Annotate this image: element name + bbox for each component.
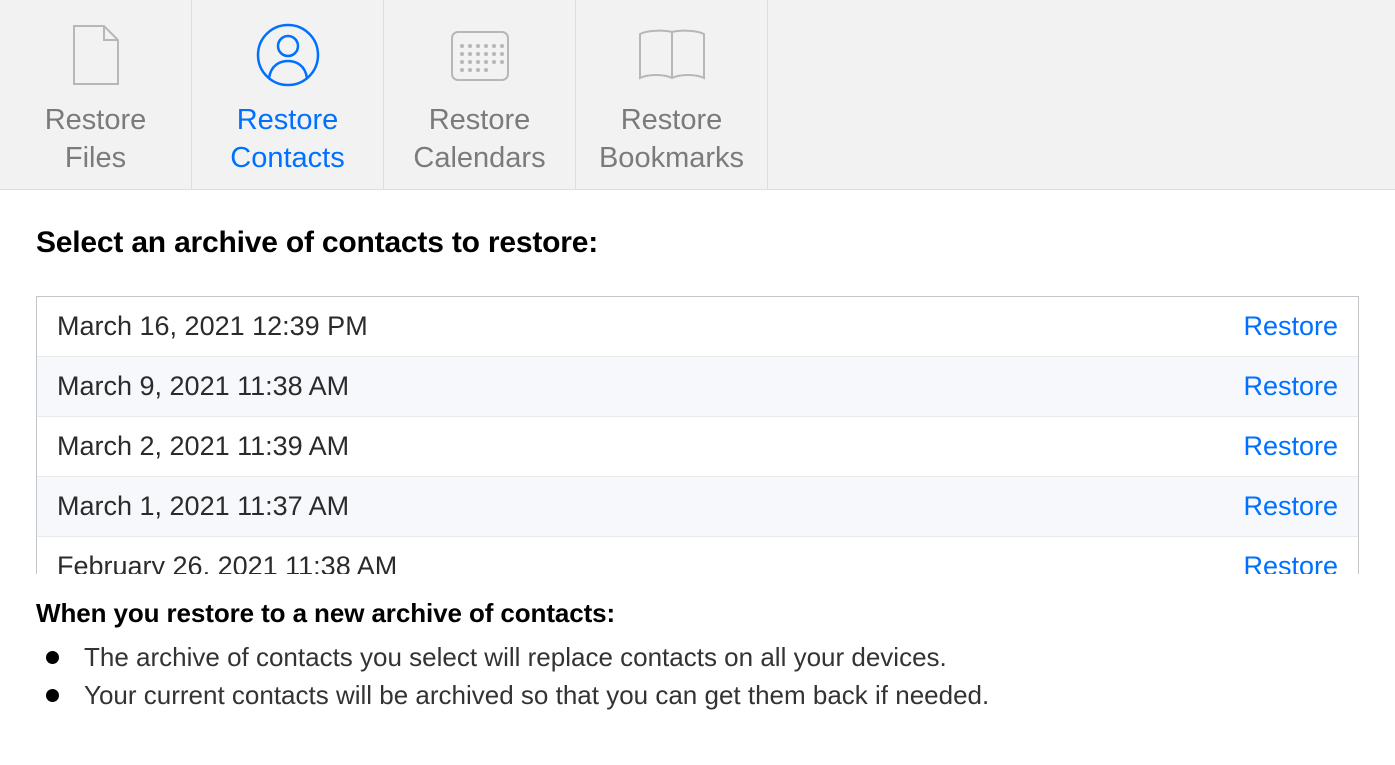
info-bullet-list: The archive of contacts you select will … <box>36 639 1359 714</box>
archive-timestamp: March 16, 2021 12:39 PM <box>57 311 368 342</box>
info-heading: When you restore to a new archive of con… <box>36 598 1359 629</box>
archive-timestamp: March 9, 2021 11:38 AM <box>57 371 349 402</box>
tab-bar: Restore Files Restore Contacts R <box>0 0 1395 190</box>
archive-timestamp: March 1, 2021 11:37 AM <box>57 491 349 522</box>
tab-label: Restore Calendars <box>413 102 545 177</box>
restore-button[interactable]: Restore <box>1243 431 1338 462</box>
archive-row: March 16, 2021 12:39 PM Restore <box>37 297 1358 357</box>
tab-restore-contacts[interactable]: Restore Contacts <box>192 0 384 189</box>
archive-timestamp: February 26, 2021 11:38 AM <box>57 551 397 574</box>
archive-row: March 9, 2021 11:38 AM Restore <box>37 357 1358 417</box>
restore-button[interactable]: Restore <box>1243 371 1338 402</box>
restore-button[interactable]: Restore <box>1243 491 1338 522</box>
tab-restore-calendars[interactable]: Restore Calendars <box>384 0 576 189</box>
contact-icon <box>256 20 320 90</box>
restore-button[interactable]: Restore <box>1243 551 1338 574</box>
info-bullet: The archive of contacts you select will … <box>36 639 1359 677</box>
info-bullet: Your current contacts will be archived s… <box>36 677 1359 715</box>
file-icon <box>70 20 122 90</box>
tab-label: Restore Bookmarks <box>599 102 744 177</box>
archive-row: February 26, 2021 11:38 AM Restore <box>37 537 1358 574</box>
tab-restore-files[interactable]: Restore Files <box>0 0 192 189</box>
archive-timestamp: March 2, 2021 11:39 AM <box>57 431 349 462</box>
archive-list: March 16, 2021 12:39 PM Restore March 9,… <box>36 296 1359 574</box>
restore-button[interactable]: Restore <box>1243 311 1338 342</box>
tab-restore-bookmarks[interactable]: Restore Bookmarks <box>576 0 768 189</box>
info-section: When you restore to a new archive of con… <box>36 574 1359 714</box>
tab-label: Restore Files <box>45 102 147 177</box>
page-heading: Select an archive of contacts to restore… <box>36 226 1359 260</box>
calendar-icon <box>448 20 512 90</box>
archive-row: March 1, 2021 11:37 AM Restore <box>37 477 1358 537</box>
main-content: Select an archive of contacts to restore… <box>0 190 1395 714</box>
bookmark-icon <box>634 20 710 90</box>
archive-row: March 2, 2021 11:39 AM Restore <box>37 417 1358 477</box>
tab-label: Restore Contacts <box>230 102 344 177</box>
